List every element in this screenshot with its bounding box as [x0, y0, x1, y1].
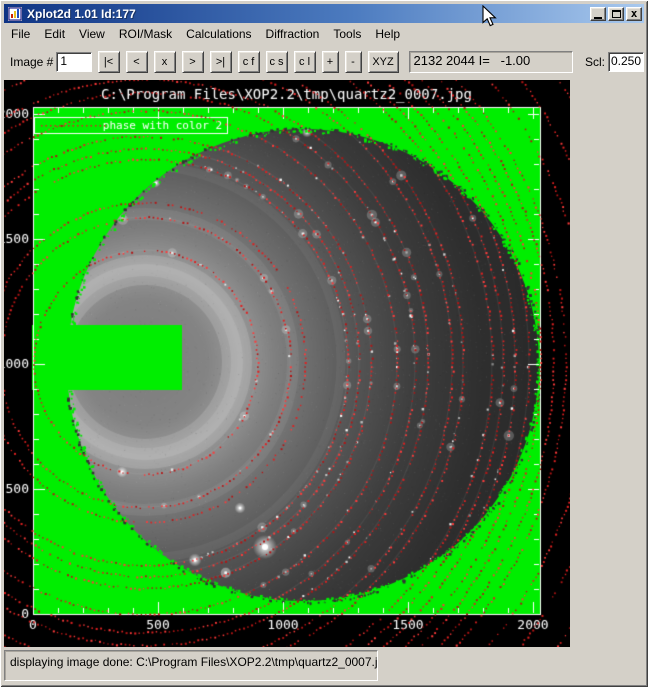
prev-button[interactable]: <	[126, 51, 148, 73]
minimize-button[interactable]	[590, 7, 606, 21]
menu-bar: FileEditViewROI/MaskCalculationsDiffract…	[4, 24, 644, 43]
x-button[interactable]: x	[154, 51, 176, 73]
menu-view[interactable]: View	[72, 25, 112, 43]
scale-label: Scl:	[585, 55, 605, 69]
first-button[interactable]: |<	[98, 51, 120, 73]
toolbar: Image # 1 |< < x > >| c f c s c l +-XYZ 2132 204…	[4, 44, 644, 79]
menu-edit[interactable]: Edit	[37, 25, 72, 43]
scale-input[interactable]: 0.250	[608, 52, 644, 72]
cs-button[interactable]: c s	[266, 51, 288, 73]
app-window: { "window": { "title": "Xplot2d 1.01 Id:…	[0, 0, 648, 687]
cl-button[interactable]: c l	[294, 51, 316, 73]
status-text: displaying image done: C:\Program Files\…	[10, 655, 378, 669]
plot-canvas[interactable]	[4, 80, 570, 647]
xyz-button[interactable]: XYZ	[368, 51, 399, 73]
window-title: Xplot2d 1.01 Id:177	[27, 7, 588, 21]
close-button[interactable]: x	[626, 7, 642, 21]
menu-calculations[interactable]: Calculations	[179, 25, 258, 43]
menu-diffraction[interactable]: Diffraction	[259, 25, 327, 43]
app-icon	[8, 7, 22, 21]
menu-roi-mask[interactable]: ROI/Mask	[112, 25, 179, 43]
minimize-icon	[594, 17, 602, 19]
menu-file[interactable]: File	[4, 25, 37, 43]
close-icon: x	[631, 9, 638, 19]
menu-tools[interactable]: Tools	[326, 25, 368, 43]
maximize-button[interactable]	[608, 7, 624, 21]
image-number-label: Image #	[10, 55, 53, 69]
cf-button[interactable]: c f	[238, 51, 260, 73]
last-button[interactable]: >|	[210, 51, 232, 73]
plus-button[interactable]: +	[322, 51, 339, 73]
status-bar: displaying image done: C:\Program Files\…	[4, 650, 378, 681]
pixel-readout: 2132 2044 I= -1.00	[409, 51, 573, 73]
title-bar[interactable]: Xplot2d 1.01 Id:177 x	[4, 4, 644, 23]
menu-help[interactable]: Help	[368, 25, 407, 43]
image-number-input[interactable]: 1	[56, 52, 91, 72]
maximize-icon	[612, 10, 621, 18]
toolbar-buttons: |< < x > >| c f c s c l +-XYZ	[92, 51, 399, 73]
minus-button[interactable]: -	[345, 51, 362, 73]
next-button[interactable]: >	[182, 51, 204, 73]
plot-area	[4, 80, 570, 647]
